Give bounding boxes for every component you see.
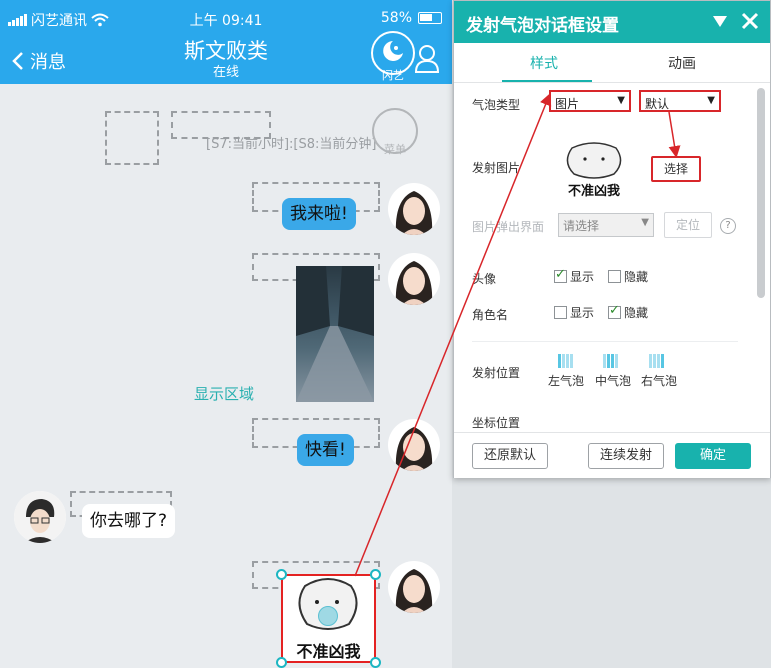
right-bubble-icon <box>649 354 664 368</box>
position-center-label: 中气泡 <box>595 374 632 388</box>
role-name-hide-label: 隐藏 <box>624 306 649 320</box>
resize-handle[interactable] <box>276 657 287 668</box>
coord-position-label: 坐标位置 <box>472 416 521 430</box>
role-name-label: 角色名 <box>472 308 509 322</box>
display-area-label: 显示区域 <box>194 385 255 403</box>
bear-sticker-icon <box>566 142 622 179</box>
position-right-option[interactable]: 右气泡 <box>641 354 681 390</box>
sticker-caption: 不准凶我 <box>296 642 361 661</box>
role-name-hide-checkbox[interactable] <box>608 303 621 319</box>
tab-animation[interactable]: 动画 <box>642 53 722 73</box>
popup-screen-placeholder: 请选择 <box>563 219 600 233</box>
avatar-hide-checkbox[interactable] <box>608 270 621 283</box>
close-icon[interactable] <box>738 9 762 33</box>
menu-stamp-text: 菜单 <box>384 143 406 156</box>
message-bubble[interactable]: 我来啦! <box>282 198 356 230</box>
avatar[interactable] <box>14 491 66 543</box>
avatar[interactable] <box>388 419 440 471</box>
dialog-header: 发射气泡对话框设置 <box>454 1 770 43</box>
center-bubble-icon <box>603 354 618 368</box>
avatar[interactable] <box>388 561 440 613</box>
continuous-emit-button[interactable]: 连续发射 <box>588 443 664 469</box>
popup-screen-select[interactable]: 请选择 ▼ <box>558 213 654 237</box>
bubble-settings-dialog: 发射气泡对话框设置 样式 动画 气泡类型 图片 ▼ 默认 ▼ 发射图片 不准凶我… <box>453 0 771 478</box>
avatar[interactable] <box>388 253 440 305</box>
active-tab-indicator <box>502 80 592 82</box>
dropdown-arrow-icon: ▼ <box>641 217 649 228</box>
resize-handle[interactable] <box>276 569 287 580</box>
bubble-type-label: 气泡类型 <box>472 98 521 112</box>
battery-level: 58% <box>380 10 412 26</box>
resize-handle[interactable] <box>370 569 381 580</box>
dialog-footer: 还原默认 连续发射 确定 <box>454 432 770 478</box>
bubble-style-value: 默认 <box>645 97 670 111</box>
popup-screen-label: 图片弹出界面 <box>472 220 545 234</box>
phone-preview: 闪艺通讯 上午 09:41 58% 消息 斯文败类 在线 闪艺 [S7:当前小时… <box>0 0 452 668</box>
position-left-option[interactable]: 左气泡 <box>548 354 588 390</box>
app-logo-text: 闪艺 <box>382 69 404 82</box>
avatar-show-checkbox[interactable] <box>554 267 567 283</box>
resize-handle[interactable] <box>370 657 381 668</box>
divider <box>472 341 738 342</box>
dropdown-arrow-icon: ▼ <box>617 95 625 106</box>
locate-button[interactable]: 定位 <box>664 212 712 238</box>
confirm-button[interactable]: 确定 <box>675 443 751 469</box>
avatar[interactable] <box>388 183 440 235</box>
position-right-label: 右气泡 <box>641 374 678 388</box>
photo-image[interactable] <box>296 266 374 402</box>
settings-scrollbar[interactable] <box>757 88 765 298</box>
anchor-handle[interactable] <box>318 606 338 626</box>
settings-panel: 气泡类型 图片 ▼ 默认 ▼ 发射图片 不准凶我 选择 图片弹出界面 请选择 ▼… <box>454 84 770 432</box>
position-left-label: 左气泡 <box>548 374 585 388</box>
battery: 58% <box>381 10 442 26</box>
placeholder-box <box>105 111 159 165</box>
message-bubble[interactable]: 你去哪了? <box>82 504 176 538</box>
user-icon[interactable] <box>414 44 440 74</box>
bubble-type-value: 图片 <box>555 97 580 111</box>
reset-default-button[interactable]: 还原默认 <box>472 443 548 469</box>
select-image-button[interactable]: 选择 <box>651 156 701 182</box>
bubble-type-select[interactable]: 图片 ▼ <box>549 90 631 112</box>
tab-style[interactable]: 样式 <box>504 53 584 73</box>
role-name-show-checkbox[interactable] <box>554 306 567 319</box>
dropdown-arrow-icon: ▼ <box>707 95 715 106</box>
system-message: [S7:当前小时]:[S8:当前分钟] <box>206 137 377 152</box>
collapse-icon[interactable] <box>708 9 732 33</box>
avatar-label: 头像 <box>472 272 497 286</box>
left-bubble-icon <box>558 354 573 368</box>
message-bubble[interactable]: 快看! <box>297 434 354 466</box>
bubble-style-select[interactable]: 默认 ▼ <box>639 90 721 112</box>
position-center-option[interactable]: 中气泡 <box>595 354 635 390</box>
emit-image-label: 发射图片 <box>472 161 521 175</box>
dialog-title: 发射气泡对话框设置 <box>466 16 619 36</box>
avatar-show-label: 显示 <box>570 270 595 284</box>
role-name-show-label: 显示 <box>570 306 595 320</box>
avatar-hide-label: 隐藏 <box>624 270 649 284</box>
sticker-caption: 不准凶我 <box>567 184 620 199</box>
emit-image-preview[interactable]: 不准凶我 <box>556 142 632 199</box>
battery-icon <box>418 12 442 24</box>
dialog-tabs: 样式 动画 <box>454 43 770 83</box>
emit-position-label: 发射位置 <box>472 366 521 380</box>
help-icon[interactable]: ? <box>720 218 736 234</box>
